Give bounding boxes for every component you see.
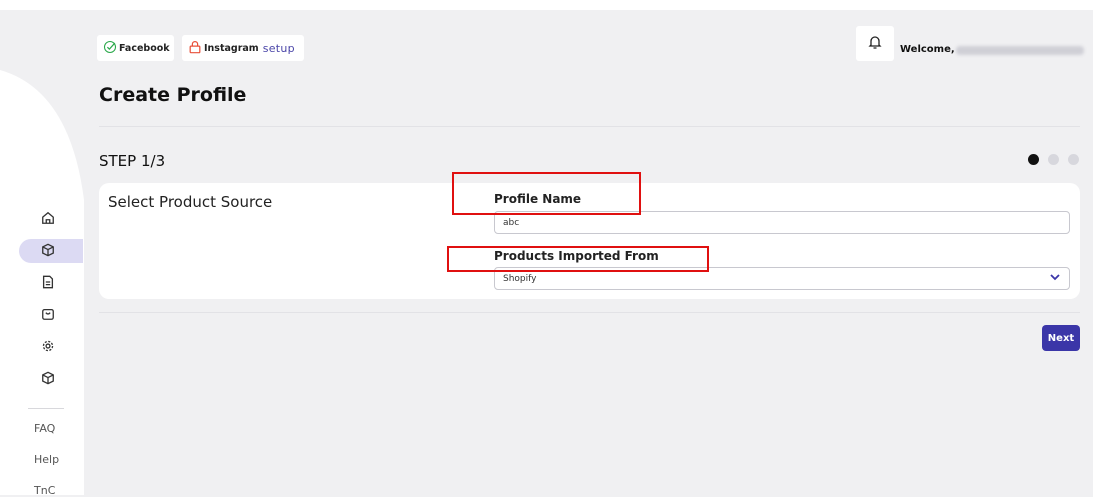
next-button[interactable]: Next	[1042, 325, 1080, 351]
step-dot-1	[1028, 154, 1039, 165]
document-icon	[41, 274, 55, 293]
facebook-channel-chip[interactable]: Facebook	[97, 35, 174, 61]
lock-icon	[188, 40, 204, 57]
title-divider	[99, 126, 1080, 127]
home-icon	[41, 210, 55, 229]
box-icon	[41, 242, 55, 261]
welcome-text: Welcome,	[900, 44, 955, 55]
highlight-box-profile-name	[452, 172, 641, 215]
nav-home[interactable]	[19, 207, 83, 231]
step-dot-3	[1068, 154, 1079, 165]
profile-name-value: abc	[503, 217, 520, 228]
instagram-setup-link[interactable]: setup	[263, 42, 295, 55]
nav-settings[interactable]	[19, 335, 83, 359]
user-name-redacted	[956, 46, 1084, 55]
highlight-box-products-source	[447, 246, 709, 272]
instagram-label: Instagram	[204, 42, 259, 54]
sidebar-divider	[28, 408, 64, 409]
bell-icon	[867, 34, 883, 54]
nav-catalog[interactable]	[19, 367, 83, 391]
bag-icon	[41, 306, 55, 325]
chevron-down-icon	[1049, 271, 1061, 286]
nav-documents[interactable]	[19, 271, 83, 295]
nav-products[interactable]	[19, 239, 83, 263]
nav-orders[interactable]	[19, 303, 83, 327]
help-link[interactable]: Help	[34, 453, 59, 466]
tnc-link[interactable]: TnC	[34, 484, 55, 497]
instagram-channel-chip[interactable]: Instagram setup	[182, 35, 304, 61]
products-source-value: Shopify	[503, 273, 537, 284]
step-dot-2	[1048, 154, 1059, 165]
box-icon	[41, 370, 55, 389]
settings-icon	[41, 338, 55, 357]
faq-link[interactable]: FAQ	[34, 422, 55, 435]
section-title: Select Product Source	[108, 193, 273, 211]
top-band	[0, 0, 1093, 10]
form-divider	[99, 312, 1080, 313]
step-indicator: STEP 1/3	[99, 152, 166, 170]
check-circle-icon	[103, 40, 119, 57]
page-title: Create Profile	[99, 84, 247, 106]
notifications-button[interactable]	[856, 26, 894, 61]
facebook-label: Facebook	[119, 42, 170, 54]
